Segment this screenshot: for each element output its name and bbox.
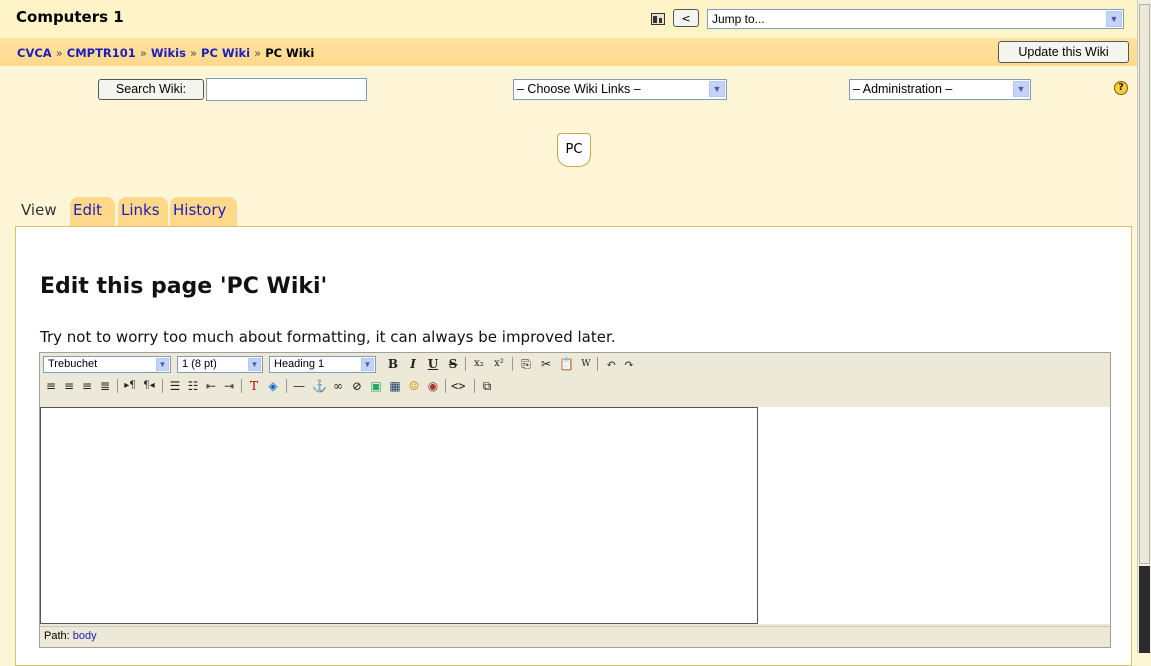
chevron-down-icon[interactable]: ▼ <box>361 358 374 371</box>
toolbar-separator <box>117 379 118 393</box>
editor-path-bar: Path: body <box>40 626 1110 646</box>
breadcrumb-separator: » <box>139 46 147 60</box>
italic-icon[interactable]: I <box>406 355 420 373</box>
align-left-icon[interactable]: ≡ <box>44 377 58 395</box>
help-icon[interactable]: ? <box>1114 81 1128 95</box>
smiley-icon[interactable]: ☺ <box>407 377 421 395</box>
toolbar-separator <box>512 357 513 371</box>
copy-icon[interactable]: ⎘ <box>519 355 533 373</box>
bold-icon[interactable]: B <box>386 355 400 373</box>
chevron-down-icon[interactable]: ▼ <box>709 81 725 97</box>
editor-toolbar-row-1: Trebuchet ▼ 1 (8 pt) ▼ Heading 1 ▼ B I U… <box>40 353 1110 373</box>
html-editor: Trebuchet ▼ 1 (8 pt) ▼ Heading 1 ▼ B I U… <box>39 352 1111 648</box>
search-wiki-button[interactable]: Search Wiki: <box>98 79 204 100</box>
formatting-hint: Try not to worry too much about formatti… <box>40 328 616 346</box>
jump-to-value: Jump to... <box>712 12 765 26</box>
toolbar-separator <box>597 357 598 371</box>
toolbar-separator <box>465 357 466 371</box>
breadcrumb: CVCA » CMPTR101 » Wikis » PC Wiki » PC W… <box>17 46 314 60</box>
unlink-icon[interactable]: ⊘ <box>350 377 364 395</box>
undo-icon[interactable]: ↶ <box>604 355 618 373</box>
chevron-down-icon[interactable]: ▼ <box>248 358 261 371</box>
toolbar-separator <box>286 379 287 393</box>
ordered-list-icon[interactable]: ☰ <box>168 377 182 395</box>
toolbar-separator <box>445 379 446 393</box>
unordered-list-icon[interactable]: ☷ <box>186 377 200 395</box>
path-label: Path: <box>44 630 70 642</box>
text-color-icon[interactable]: T <box>247 377 261 395</box>
path-body-link[interactable]: body <box>73 630 97 642</box>
wiki-links-value: – Choose Wiki Links – <box>517 82 641 96</box>
page-letter-tab[interactable]: PC <box>557 133 591 167</box>
font-value: Trebuchet <box>48 358 98 370</box>
align-center-icon[interactable]: ≡ <box>62 377 76 395</box>
wiki-links-select[interactable]: – Choose Wiki Links – ▼ <box>513 79 727 100</box>
tab-links[interactable]: Links <box>118 197 168 227</box>
tab-view[interactable]: View <box>18 197 68 227</box>
editor-toolbar-row-2: ≡ ≡ ≡ ≣ ▸¶ ¶◂ ☰ ☷ ⇤ ⇥ T ◈ — ⚓ ∞ ⊘ ▣ ▦ ☺ … <box>40 375 1110 397</box>
toolbar-separator <box>162 379 163 393</box>
paste-icon[interactable]: 📋 <box>559 355 574 373</box>
chevron-down-icon[interactable]: ▼ <box>156 358 169 371</box>
breadcrumb-separator: » <box>254 46 262 60</box>
administration-select[interactable]: – Administration – ▼ <box>849 79 1031 100</box>
strikethrough-icon[interactable]: S <box>446 355 460 373</box>
toolbar-separator <box>241 379 242 393</box>
editor-text-area[interactable] <box>40 407 758 624</box>
size-value: 1 (8 pt) <box>182 358 217 370</box>
breadcrumb-link-wikis[interactable]: Wikis <box>151 46 186 60</box>
format-value: Heading 1 <box>274 358 325 370</box>
rtl-icon[interactable]: ¶◂ <box>142 377 156 395</box>
superscript-icon[interactable]: x² <box>492 355 506 373</box>
breadcrumb-link-course[interactable]: CMPTR101 <box>67 46 136 60</box>
chevron-down-icon[interactable]: ▼ <box>1106 11 1122 27</box>
paste-word-icon[interactable]: W <box>579 355 593 373</box>
course-title: Computers 1 <box>16 8 124 26</box>
subscript-icon[interactable]: x₂ <box>472 355 486 373</box>
anchor-icon[interactable]: ⚓ <box>312 377 327 395</box>
special-char-icon[interactable]: ◉ <box>426 377 440 395</box>
scrollbar-thumb[interactable] <box>1139 4 1150 564</box>
link-icon[interactable]: ∞ <box>331 377 345 395</box>
cut-icon[interactable]: ✂ <box>539 355 553 373</box>
editor-side-area <box>758 407 1110 624</box>
search-wiki-input[interactable] <box>206 78 367 101</box>
update-wiki-button[interactable]: Update this Wiki <box>998 41 1129 63</box>
tab-edit[interactable]: Edit <box>70 197 115 227</box>
jump-to-select[interactable]: Jump to... ▼ <box>707 9 1124 29</box>
previous-activity-button[interactable]: < <box>673 9 699 27</box>
tab-history[interactable]: History <box>170 197 237 227</box>
scrollbar-track-edge <box>1139 566 1150 653</box>
justify-icon[interactable]: ≣ <box>98 377 112 395</box>
chevron-down-icon[interactable]: ▼ <box>1013 81 1029 97</box>
size-select[interactable]: 1 (8 pt) ▼ <box>177 356 263 373</box>
align-right-icon[interactable]: ≡ <box>80 377 94 395</box>
indent-icon[interactable]: ⇥ <box>222 377 236 395</box>
course-header: Computers 1 < Jump to... ▼ <box>0 0 1137 38</box>
vertical-scrollbar[interactable] <box>1137 0 1151 653</box>
font-select[interactable]: Trebuchet ▼ <box>43 356 171 373</box>
background-color-icon[interactable]: ◈ <box>266 377 280 395</box>
format-select[interactable]: Heading 1 ▼ <box>269 356 376 373</box>
administration-value: – Administration – <box>853 82 953 96</box>
breadcrumb-link-wiki[interactable]: PC Wiki <box>201 46 250 60</box>
breadcrumb-current: PC Wiki <box>265 46 315 60</box>
underline-icon[interactable]: U <box>426 355 440 373</box>
horizontal-rule-icon[interactable]: — <box>292 377 306 395</box>
page-title: Edit this page 'PC Wiki' <box>40 274 328 299</box>
html-source-icon[interactable]: <> <box>451 377 465 395</box>
breadcrumb-separator: » <box>189 46 197 60</box>
toolbar-separator <box>474 379 475 393</box>
redo-icon[interactable]: ↷ <box>622 355 636 373</box>
breadcrumb-link-cvca[interactable]: CVCA <box>17 46 52 60</box>
outdent-icon[interactable]: ⇤ <box>204 377 218 395</box>
fullscreen-icon[interactable]: ⧉ <box>480 377 494 395</box>
ltr-icon[interactable]: ▸¶ <box>123 377 137 395</box>
calendar-icon[interactable] <box>651 13 665 25</box>
breadcrumb-separator: » <box>55 46 63 60</box>
table-icon[interactable]: ▦ <box>388 377 402 395</box>
image-icon[interactable]: ▣ <box>369 377 383 395</box>
navbar: CVCA » CMPTR101 » Wikis » PC Wiki » PC W… <box>0 38 1137 66</box>
content-panel: Edit this page 'PC Wiki' Try not to worr… <box>15 226 1132 666</box>
